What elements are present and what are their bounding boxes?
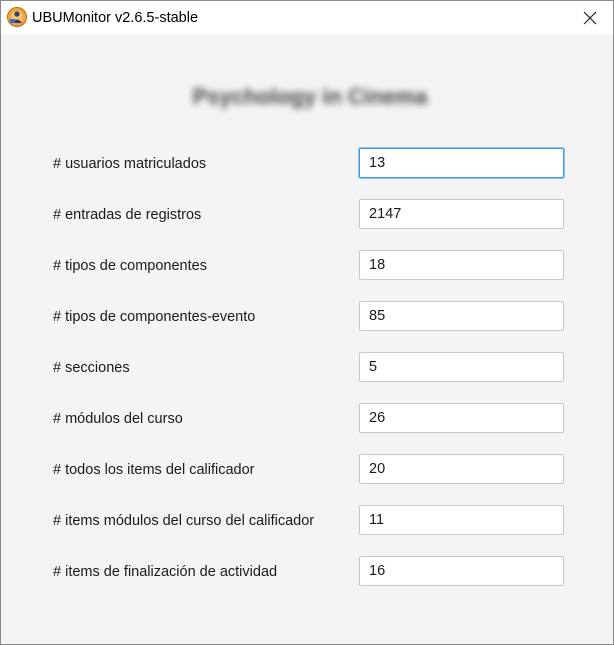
stat-value-secciones[interactable] <box>359 352 564 382</box>
stat-label-entradas: # entradas de registros <box>53 207 202 223</box>
stat-value-tipos-componentes-evento[interactable] <box>359 301 564 331</box>
app-window: UBUMonitor v2.6.5-stable Psychology in C… <box>0 0 614 645</box>
stat-label-items-calificador: # todos los items del calificador <box>53 462 255 478</box>
title-bar[interactable]: UBUMonitor v2.6.5-stable <box>1 1 613 34</box>
stat-value-tipos-componentes[interactable] <box>359 250 564 280</box>
close-icon <box>583 11 597 25</box>
stat-label-usuarios: # usuarios matriculados <box>53 156 207 172</box>
course-title: Psychology in Cinema <box>192 84 428 109</box>
stat-label-secciones: # secciones <box>53 360 130 376</box>
stat-value-modulos[interactable] <box>359 403 564 433</box>
stat-value-items-modulos-calificador[interactable] <box>359 505 564 535</box>
window-title: UBUMonitor v2.6.5-stable <box>32 10 199 26</box>
app-icon <box>7 7 27 27</box>
stat-value-items-calificador[interactable] <box>359 454 564 484</box>
close-button[interactable] <box>567 1 613 34</box>
stat-value-items-finalizacion[interactable] <box>359 556 564 586</box>
course-stats-panel: Psychology in Cinema # usuarios matricul… <box>1 34 613 644</box>
stat-label-tipos-componentes-evento: # tipos de componentes-evento <box>53 309 256 325</box>
stat-value-entradas[interactable] <box>359 199 564 229</box>
stat-label-tipos-componentes: # tipos de componentes <box>53 258 207 274</box>
stat-label-items-finalizacion: # items de finalización de actividad <box>53 564 278 580</box>
stat-label-modulos: # módulos del curso <box>53 411 183 427</box>
stat-label-items-modulos-calificador: # items módulos del curso del calificado… <box>53 513 315 529</box>
stat-value-usuarios[interactable] <box>359 148 564 178</box>
